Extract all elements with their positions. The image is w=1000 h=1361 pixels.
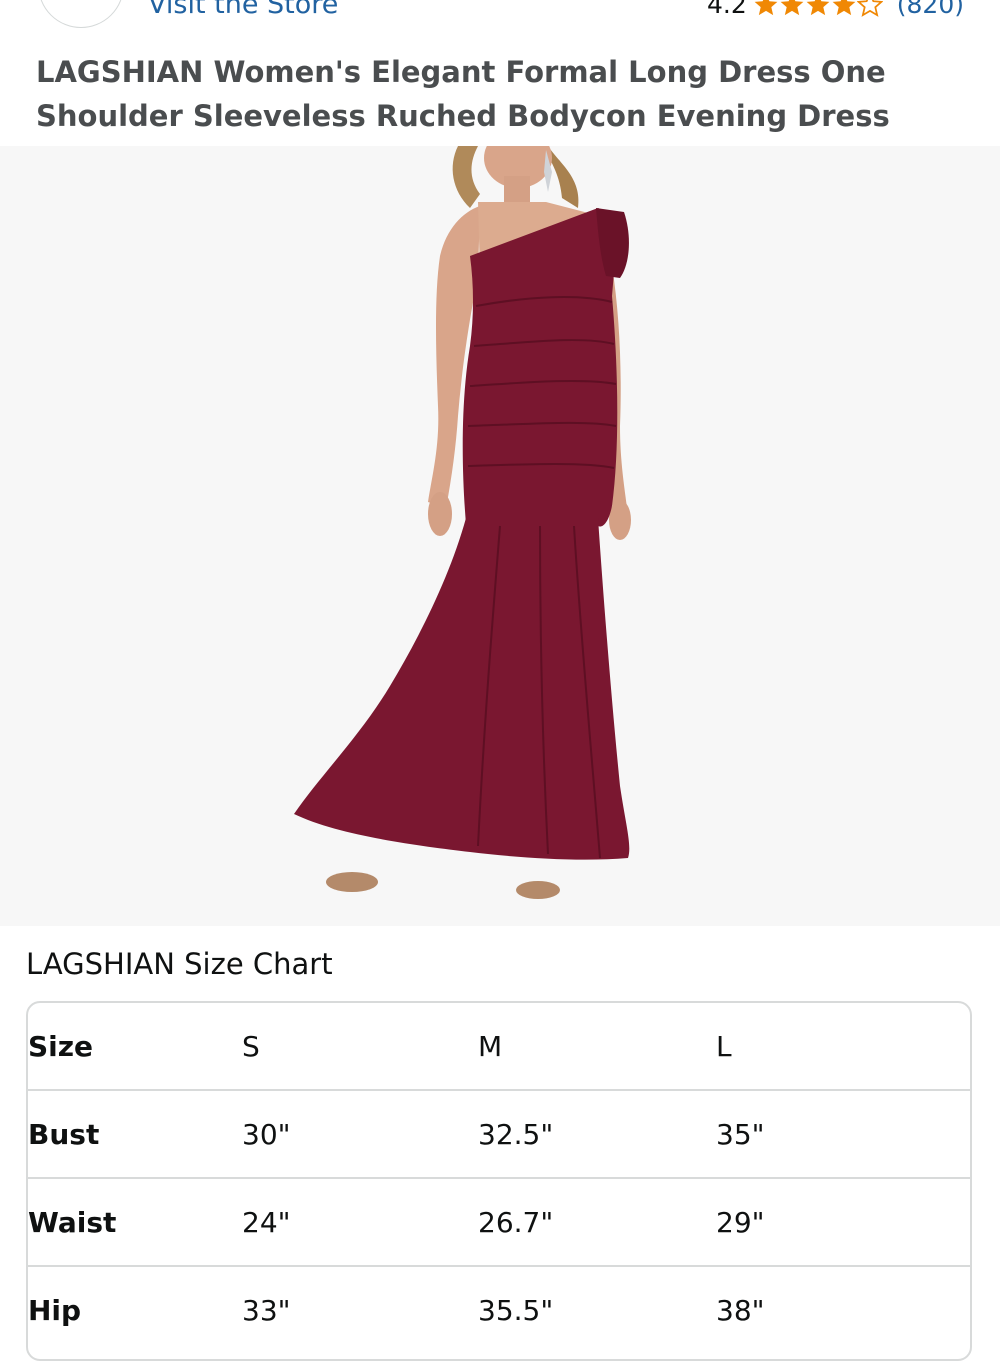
header-cell-l: L <box>716 1003 970 1091</box>
star-full-icon <box>806 0 830 16</box>
cell-m: 32.5" <box>478 1090 716 1179</box>
star-rating <box>753 0 883 18</box>
store-logo[interactable] <box>38 0 124 28</box>
header-cell-s: S <box>242 1003 478 1091</box>
star-full-icon <box>754 0 778 16</box>
table-row: Bust 30" 32.5" 35" <box>28 1090 970 1179</box>
header-cell-size: Size <box>28 1003 242 1091</box>
star-full-icon <box>832 0 856 16</box>
cell-l: 29" <box>716 1178 970 1267</box>
row-label: Hip <box>28 1293 82 1327</box>
cell-s: 24" <box>242 1178 478 1267</box>
row-label: Bust <box>28 1090 242 1179</box>
rating-summary[interactable]: 4.2 (820) <box>707 0 964 22</box>
cell-l: 38" <box>716 1293 765 1327</box>
header-cell-m: M <box>478 1003 716 1091</box>
product-title: LAGSHIAN Women's Elegant Formal Long Dre… <box>36 55 890 133</box>
size-table: Size S M L Bust 30" 32.5" 35" Waist 24" … <box>28 1003 970 1353</box>
rating-value: 4.2 <box>707 0 747 19</box>
size-chart-title: LAGSHIAN Size Chart <box>26 947 333 981</box>
cell-m: 26.7" <box>478 1178 716 1267</box>
visit-store-link[interactable]: Visit the Store <box>148 0 338 22</box>
size-chart-table: Size S M L Bust 30" 32.5" 35" Waist 24" … <box>26 1001 972 1361</box>
star-full-icon <box>780 0 804 16</box>
cell-m: 35.5" <box>478 1293 554 1327</box>
table-header-row: Size S M L <box>28 1003 970 1091</box>
cell-s: 33" <box>242 1293 291 1327</box>
cell-l: 35" <box>716 1090 970 1179</box>
row-label: Waist <box>28 1178 242 1267</box>
table-row: Hip 33" 35.5" 38" <box>28 1266 970 1353</box>
table-row: Waist 24" 26.7" 29" <box>28 1178 970 1267</box>
star-empty-icon <box>856 0 883 17</box>
cell-s: 30" <box>242 1090 478 1179</box>
rating-count-link[interactable]: (820) <box>897 0 964 22</box>
product-image[interactable] <box>0 146 1000 926</box>
dress-illustration <box>294 146 631 899</box>
